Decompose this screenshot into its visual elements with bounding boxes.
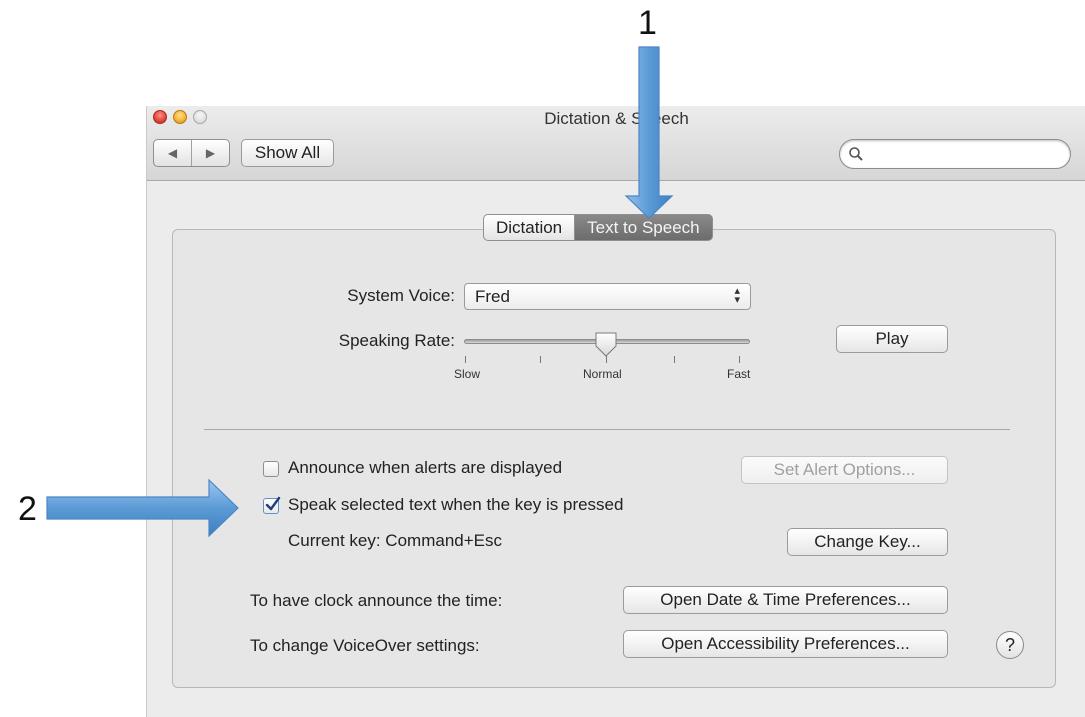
annotation-overlay: [46, 46, 674, 538]
annotation-arrow-down-icon: [624, 46, 674, 219]
annotation-arrow-right-icon: [46, 478, 239, 538]
